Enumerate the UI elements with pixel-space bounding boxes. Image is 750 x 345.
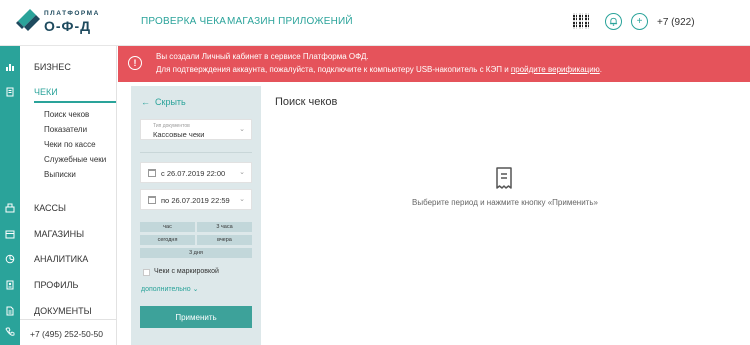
alert-line-1: Вы создали Личный кабинет в сервисе Плат…: [156, 52, 369, 61]
sidebar-item-label: МАГАЗИНЫ: [34, 229, 85, 239]
quick-period-today[interactable]: сегодня: [140, 235, 195, 245]
chevron-down-icon: ⌄: [239, 169, 245, 176]
sidebar-item-label: ПРОФИЛЬ: [34, 280, 79, 290]
sidebar-divider: [20, 319, 117, 320]
arrow-left-icon: ←: [141, 97, 150, 107]
sidebar-sub-service-receipts[interactable]: Служебные чеки: [44, 155, 106, 164]
doc-type-value: Кассовые чеки: [153, 130, 205, 139]
sidebar-item-business[interactable]: БИЗНЕС: [0, 58, 117, 78]
page-title: Поиск чеков: [275, 96, 338, 108]
sidebar-item-registers[interactable]: КАССЫ: [0, 199, 117, 219]
alert-line-2-text: Для подтверждения аккаунта, пожалуйста, …: [156, 65, 511, 74]
user-phone[interactable]: +7 (922): [657, 17, 695, 28]
notifications-button[interactable]: [605, 13, 622, 30]
sidebar-item-profile[interactable]: ПРОФИЛЬ: [0, 276, 117, 296]
sidebar-item-analytics[interactable]: АНАЛИТИКА: [0, 250, 117, 270]
date-from-value: с 26.07.2019 22:00: [161, 169, 226, 178]
cash-register-icon: [4, 202, 16, 214]
nav-check-receipt[interactable]: ПРОВЕРКА ЧЕКА: [141, 16, 226, 27]
filter-panel: ← Скрыть Тип документов Кассовые чеки ⌄ …: [131, 86, 261, 345]
sidebar-sub-indicators[interactable]: Показатели: [44, 125, 87, 134]
quick-period-hour[interactable]: час: [140, 222, 195, 232]
sidebar-sub-receipt-search[interactable]: Поиск чеков: [44, 110, 89, 119]
sidebar-sub-receipts-by-register[interactable]: Чеки по кассе: [44, 140, 96, 149]
bell-icon: [609, 17, 618, 26]
empty-receipt-icon: [496, 167, 512, 189]
more-filters-label: дополнительно: [141, 286, 191, 293]
bar-chart-icon: [4, 61, 16, 73]
sidebar-item-stores[interactable]: МАГАЗИНЫ: [0, 225, 117, 245]
sidebar-sub-statements[interactable]: Выписки: [44, 170, 76, 179]
marking-checkbox-label[interactable]: Чеки с маркировкой: [154, 268, 219, 275]
warning-icon: !: [128, 56, 142, 70]
id-card-icon: [4, 279, 16, 291]
verification-link[interactable]: пройдите верификацию: [511, 65, 600, 74]
alert-line-2: Для подтверждения аккаунта, пожалуйста, …: [156, 65, 602, 74]
sidebar-item-receipts[interactable]: ЧЕКИ: [6, 83, 116, 103]
phone-icon: [5, 327, 15, 340]
pie-chart-icon: [4, 253, 16, 265]
quick-period-yesterday[interactable]: вчера: [197, 235, 252, 245]
hide-filter-button[interactable]: ← Скрыть: [141, 97, 186, 107]
apply-button[interactable]: Применить: [140, 306, 252, 328]
logo-top-text: ПЛАТФОРМА: [44, 10, 100, 17]
top-header: ПЛАТФОРМА О-Ф-Д ПРОВЕРКА ЧЕКА МАГАЗИН ПР…: [0, 0, 750, 46]
date-from-field[interactable]: с 26.07.2019 22:00 ⌄: [140, 162, 252, 183]
calendar-icon: [148, 169, 156, 177]
sidebar-item-label: КАССЫ: [34, 203, 67, 213]
doc-type-caption: Тип документов: [153, 123, 190, 129]
logo[interactable]: ПЛАТФОРМА О-Ф-Д: [14, 6, 124, 38]
receipt-icon: [4, 86, 16, 98]
chevron-down-icon: ⌄: [239, 196, 245, 203]
date-to-value: по 26.07.2019 22:59: [161, 196, 230, 205]
support-phone[interactable]: +7 (495) 252-50-50: [30, 329, 103, 339]
empty-state-text: Выберите период и нажмите кнопку «Примен…: [412, 198, 598, 207]
quick-period-3-days[interactable]: 3 дня: [140, 248, 252, 258]
logo-main-text: О-Ф-Д: [44, 18, 92, 34]
sidebar-item-label: БИЗНЕС: [34, 62, 71, 72]
chevron-down-icon: ⌄: [239, 126, 245, 133]
sidebar-item-label: АНАЛИТИКА: [34, 254, 89, 264]
filter-separator: [140, 152, 252, 153]
qr-code-icon[interactable]: [573, 13, 589, 29]
account-button[interactable]: +: [631, 13, 648, 30]
nav-app-store[interactable]: МАГАЗИН ПРИЛОЖЕНИЙ: [227, 16, 353, 27]
date-to-field[interactable]: по 26.07.2019 22:59 ⌄: [140, 189, 252, 210]
more-filters-link[interactable]: дополнительно ⌄: [141, 285, 198, 293]
plus-icon: +: [636, 16, 643, 27]
verification-alert: ! Вы создали Личный кабинет в сервисе Пл…: [118, 46, 750, 82]
chevron-down-icon: ⌄: [192, 286, 199, 293]
store-icon: [4, 228, 16, 240]
sidebar-item-label: ЧЕКИ: [34, 87, 58, 97]
document-icon: [4, 305, 16, 317]
marking-checkbox[interactable]: [143, 269, 150, 276]
alert-line-2-suffix: .: [599, 65, 602, 74]
doc-type-select[interactable]: Тип документов Кассовые чеки ⌄: [140, 119, 252, 140]
logo-mark-icon: [16, 9, 40, 31]
calendar-icon: [148, 196, 156, 204]
sidebar: БИЗНЕС ЧЕКИ Поиск чеков Показатели Чеки …: [0, 46, 117, 345]
sidebar-item-label: ДОКУМЕНТЫ: [34, 306, 92, 316]
hide-filter-label: Скрыть: [155, 97, 186, 107]
quick-period-3-hours[interactable]: 3 часа: [197, 222, 252, 232]
